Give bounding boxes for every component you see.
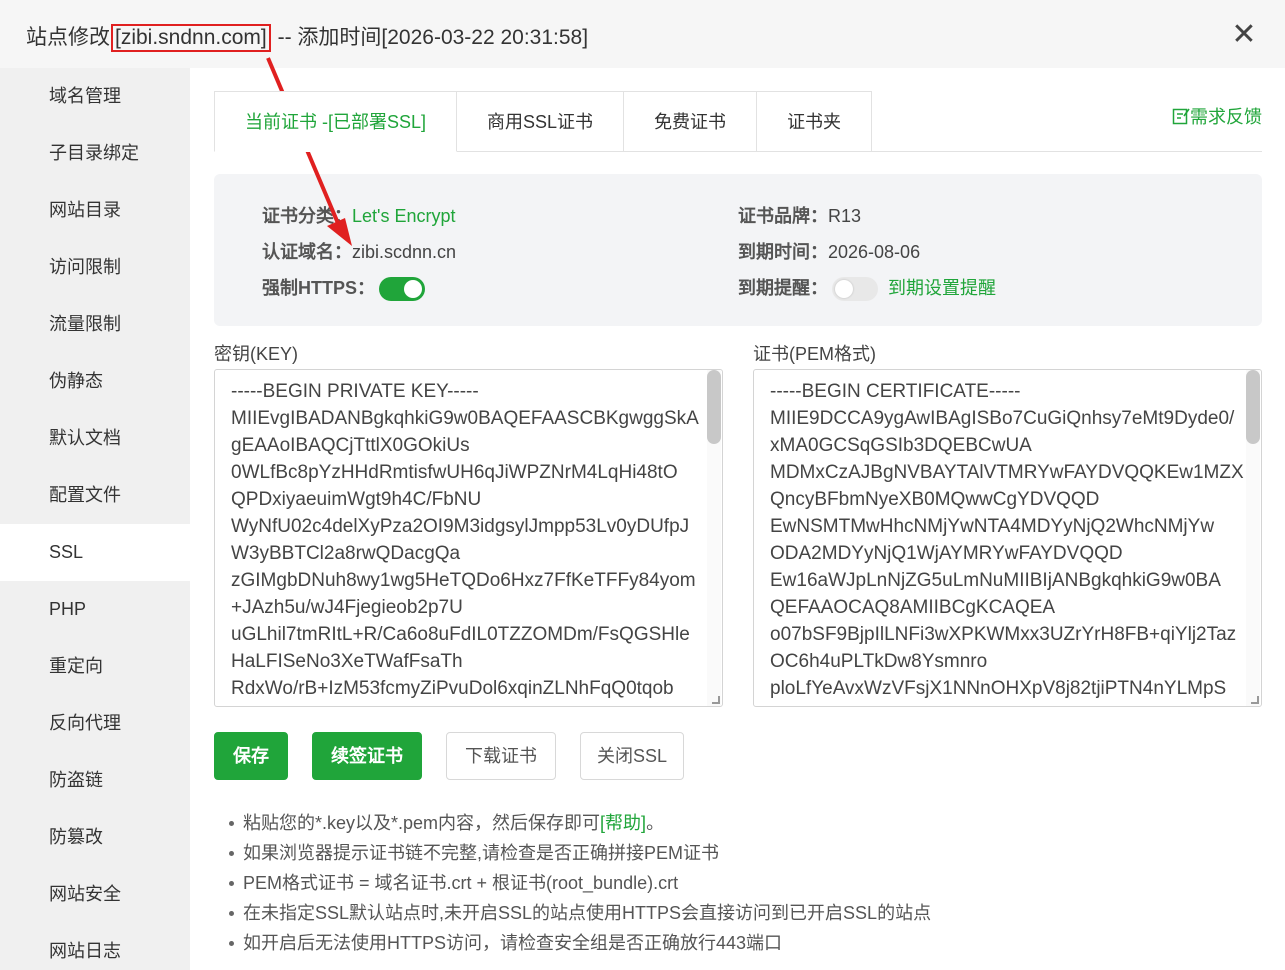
sidebar-item-redirect[interactable]: 重定向 <box>0 638 190 695</box>
ssl-tabs: 当前证书 -[已部署SSL] 商用SSL证书 免费证书 证书夹 <box>214 91 873 153</box>
tip-item: 如开启后无法使用HTTPS访问，请检查安全组是否正确放行443端口 <box>229 928 931 958</box>
force-https-row: 强制HTTPS： <box>262 274 426 302</box>
sidebar-item-php[interactable]: PHP <box>0 581 190 638</box>
expire-remind-label: 到期提醒： <box>738 278 828 298</box>
cert-category-row: 证书分类：Let's Encrypt <box>262 202 455 228</box>
title-bar: 站点修改 [zibi.sndnn.com] -- 添加时间[2026-03-22 … <box>0 0 1285 68</box>
tip-text: 粘贴您的*.key以及*.pem内容，然后保存即可 <box>243 813 601 833</box>
key-scrollbar[interactable] <box>707 370 721 706</box>
title-domain-highlight: [zibi.sndnn.com] <box>111 24 271 52</box>
tips-list: 粘贴您的*.key以及*.pem内容，然后保存即可[帮助]。 如果浏览器提示证书… <box>229 808 931 958</box>
cert-category-label: 证书分类： <box>262 206 352 226</box>
cert-expire-row: 到期时间：2026-08-06 <box>738 238 920 264</box>
feedback-link[interactable]: 需求反馈 <box>1172 103 1262 129</box>
expire-remind-row: 到期提醒： 到期设置提醒 <box>738 274 996 302</box>
expire-remind-link[interactable]: 到期设置提醒 <box>888 278 996 298</box>
tip-item: 粘贴您的*.key以及*.pem内容，然后保存即可[帮助]。 <box>229 808 931 838</box>
tip-item: 如果浏览器提示证书链不完整,请检查是否正确拼接PEM证书 <box>229 838 931 868</box>
cert-brand-row: 证书品牌：R13 <box>738 202 861 228</box>
cert-scrollbar[interactable] <box>1246 370 1260 706</box>
cert-textarea[interactable]: -----BEGIN CERTIFICATE----- MIIE9DCCA9yg… <box>753 369 1262 707</box>
cert-info-panel: 证书分类：Let's Encrypt 认证域名：zibi.scdnn.cn 强制… <box>214 174 1262 326</box>
toggle-knob <box>404 280 423 299</box>
tab-current-cert[interactable]: 当前证书 -[已部署SSL] <box>214 91 458 152</box>
sidebar-item-ssl[interactable]: SSL <box>0 524 190 581</box>
force-https-label: 强制HTTPS： <box>262 278 376 298</box>
sidebar-item-hotlink[interactable]: 防盗链 <box>0 752 190 809</box>
tab-cert-folder[interactable]: 证书夹 <box>757 91 873 152</box>
sidebar-item-reverse-proxy[interactable]: 反向代理 <box>0 695 190 752</box>
cert-brand-value: R13 <box>828 206 862 226</box>
feedback-label: 需求反馈 <box>1190 107 1262 127</box>
sidebar-item-rewrite[interactable]: 伪静态 <box>0 353 190 410</box>
save-button[interactable]: 保存 <box>214 732 288 780</box>
sidebar-item-access-limit[interactable]: 访问限制 <box>0 239 190 296</box>
resize-handle[interactable] <box>1251 696 1259 704</box>
renew-cert-button[interactable]: 续签证书 <box>312 732 422 780</box>
cert-content: -----BEGIN CERTIFICATE----- MIIE9DCCA9yg… <box>770 381 1244 699</box>
sidebar-item-site-dir[interactable]: 网站目录 <box>0 182 190 239</box>
title-prefix: 站点修改 <box>26 26 110 49</box>
tip-text: 。 <box>646 813 665 833</box>
cert-domain-label: 认证域名： <box>262 242 352 262</box>
sidebar-item-site-security[interactable]: 网站安全 <box>0 866 190 923</box>
resize-handle[interactable] <box>712 696 720 704</box>
scroll-thumb[interactable] <box>1246 370 1260 444</box>
tab-free-cert[interactable]: 免费证书 <box>624 91 758 152</box>
sidebar: 域名管理 子目录绑定 网站目录 访问限制 流量限制 伪静态 默认文档 配置文件 … <box>0 68 190 970</box>
scroll-thumb[interactable] <box>707 370 721 444</box>
cert-expire-value: 2026-08-06 <box>828 242 921 262</box>
edit-icon <box>1172 108 1190 125</box>
key-textarea[interactable]: -----BEGIN PRIVATE KEY----- MIIEvgIBADAN… <box>214 369 723 707</box>
sidebar-item-site-log[interactable]: 网站日志 <box>0 923 190 970</box>
cert-domain-row: 认证域名：zibi.scdnn.cn <box>262 238 456 264</box>
tab-commercial-ssl[interactable]: 商用SSL证书 <box>457 91 625 152</box>
sidebar-item-default-doc[interactable]: 默认文档 <box>0 410 190 467</box>
sidebar-item-domain[interactable]: 域名管理 <box>0 68 190 125</box>
download-cert-button[interactable]: 下载证书 <box>446 732 556 780</box>
sidebar-item-tamper-proof[interactable]: 防篡改 <box>0 809 190 866</box>
window-title: 站点修改 [zibi.sndnn.com] -- 添加时间[2026-03-22 … <box>26 21 588 52</box>
key-content: -----BEGIN PRIVATE KEY----- MIIEvgIBADAN… <box>231 381 699 699</box>
key-label: 密钥(KEY) <box>214 344 299 364</box>
toggle-knob <box>835 280 853 299</box>
cert-label: 证书(PEM格式) <box>753 344 876 364</box>
sidebar-item-traffic-limit[interactable]: 流量限制 <box>0 296 190 353</box>
sidebar-item-config-file[interactable]: 配置文件 <box>0 467 190 524</box>
close-icon[interactable]: ✕ <box>1227 18 1261 52</box>
cert-domain-value: zibi.scdnn.cn <box>352 242 457 262</box>
help-link[interactable]: [帮助] <box>600 813 646 833</box>
close-ssl-button[interactable]: 关闭SSL <box>580 732 684 780</box>
sidebar-item-subdir[interactable]: 子目录绑定 <box>0 125 190 182</box>
force-https-toggle[interactable] <box>379 277 426 302</box>
tip-item: PEM格式证书 = 域名证书.crt + 根证书(root_bundle).cr… <box>229 868 931 898</box>
cert-expire-label: 到期时间： <box>738 242 828 262</box>
cert-category-value: Let's Encrypt <box>352 206 456 226</box>
title-suffix: -- 添加时间[2026-03-22 20:31:58] <box>271 26 589 49</box>
cert-brand-label: 证书品牌： <box>738 206 828 226</box>
expire-remind-toggle[interactable] <box>832 277 878 302</box>
tip-item: 在未指定SSL默认站点时,未开启SSL的站点使用HTTPS会直接访问到已开启SS… <box>229 898 931 928</box>
